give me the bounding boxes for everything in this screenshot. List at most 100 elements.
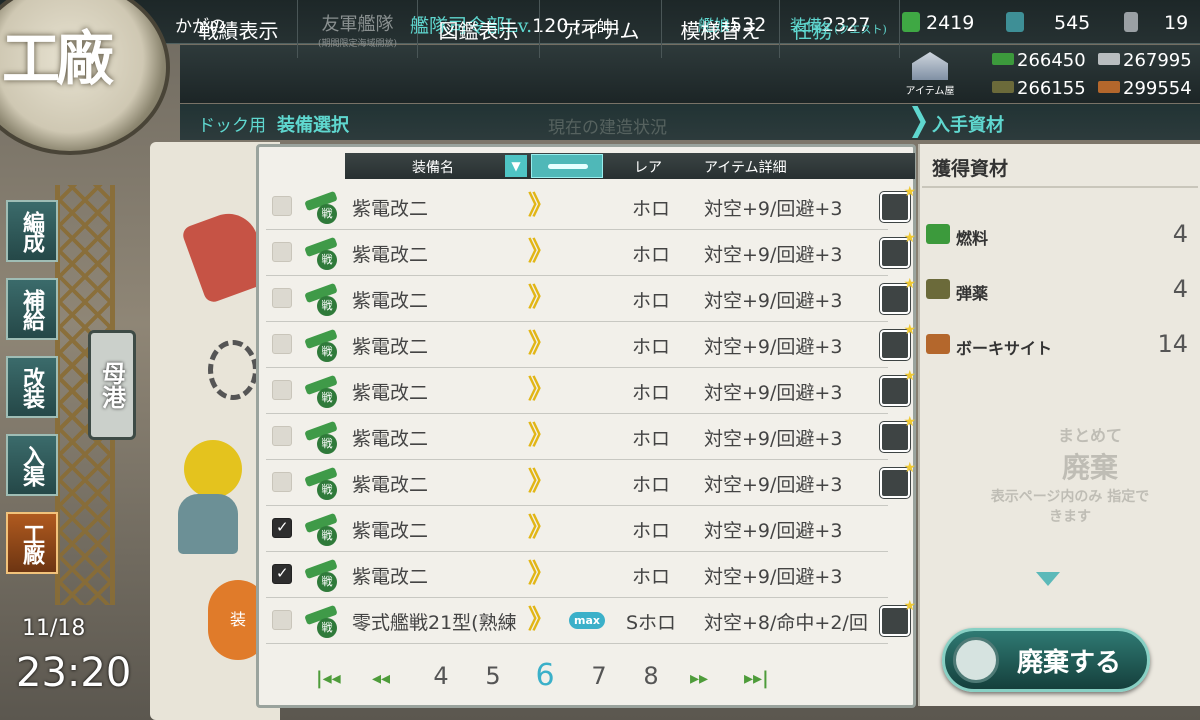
page-5[interactable]: 5 <box>478 662 508 690</box>
dock-label: ドック用 <box>198 116 266 136</box>
column-detail-header: アイテム詳細 <box>704 160 787 176</box>
last-page-icon[interactable]: ▸▸| <box>744 668 769 689</box>
chevron-right-icon: 》 <box>528 559 554 589</box>
stat-detail: 対空+9/回避+3 <box>704 290 843 312</box>
next-page-icon[interactable]: ▸▸ <box>690 668 708 689</box>
build-status-label: 現在の建造状況 <box>548 118 667 138</box>
sort-dropdown-icon[interactable]: ▼ <box>505 155 527 177</box>
pagination: |◂◂ ◂◂ 4 5 6 7 8 ▸▸ ▸▸| <box>316 658 796 698</box>
devmat-icon <box>1006 12 1024 32</box>
bulk-scrap-note: まとめて 廃棄 表示ページ内のみ 指定できます <box>990 426 1150 525</box>
plane-filter-icon[interactable] <box>531 154 603 178</box>
chevron-right-icon: 》 <box>528 283 554 313</box>
nav-record[interactable]: 戦績表示 <box>180 0 298 58</box>
nav-friend-fleet[interactable]: 友軍艦隊 (期間限定海域開放) <box>298 0 418 58</box>
stat-detail: 対空+9/回避+3 <box>704 198 843 220</box>
item-shop-button[interactable]: アイテム屋 <box>905 50 955 98</box>
lock-icon[interactable] <box>880 368 916 406</box>
row-checkbox[interactable] <box>272 380 292 400</box>
page-8[interactable]: 8 <box>636 662 666 690</box>
fuel-amount: 266450 <box>992 50 1086 71</box>
row-checkbox[interactable] <box>272 610 292 630</box>
section-title: 装備選択 <box>277 115 349 136</box>
equipment-name: 紫電改二 <box>352 244 429 266</box>
chevron-right-icon: 》 <box>528 421 554 451</box>
rarity-label: ホロ <box>631 244 670 266</box>
row-checkbox[interactable] <box>272 472 292 492</box>
equipment-name: 紫電改二 <box>352 428 429 450</box>
column-rarity-header: レア <box>634 160 662 176</box>
bucket-count: 2419 <box>902 12 974 34</box>
lock-icon[interactable] <box>880 276 916 314</box>
home-port-button[interactable]: 母港 <box>88 330 136 440</box>
rarity-label: ホロ <box>631 566 670 588</box>
rarity-label: ホロ <box>631 520 670 542</box>
chevron-right-icon: 》 <box>528 375 554 405</box>
side-repair-button[interactable]: 入渠 <box>6 434 58 496</box>
nav-furniture[interactable]: 模様替え <box>662 0 780 58</box>
lock-icon[interactable] <box>880 460 916 498</box>
rarity-label: ホロ <box>631 290 670 312</box>
steel-amount: 267995 <box>1098 50 1192 71</box>
gear-decoration <box>208 340 258 400</box>
page-6-current[interactable]: 6 <box>530 658 560 693</box>
nav-encyclopedia[interactable]: 図鑑表示 <box>418 0 540 58</box>
lock-icon[interactable] <box>880 184 916 222</box>
rarity-label: ホロ <box>631 474 670 496</box>
lock-icon[interactable] <box>880 598 916 636</box>
stat-detail: 対空+9/回避+3 <box>704 336 843 358</box>
nav-items[interactable]: アイテム <box>540 0 662 58</box>
row-checkbox[interactable] <box>272 242 292 262</box>
fighter-icon: 戦 <box>303 282 341 316</box>
rarity-label: ホロ <box>631 336 670 358</box>
row-checkbox[interactable] <box>272 426 292 446</box>
chevron-right-icon: 》 <box>528 191 554 221</box>
row-checkbox[interactable] <box>272 196 292 216</box>
gained-ammo: 弾薬 4 <box>926 275 1188 305</box>
bauxite-icon <box>1098 81 1120 93</box>
fighter-icon: 戦 <box>303 558 341 592</box>
scrap-button[interactable]: 廃棄する <box>942 628 1150 692</box>
row-checkbox[interactable] <box>272 288 292 308</box>
page-4[interactable]: 4 <box>426 662 456 690</box>
rarity-label: ホロ <box>631 428 670 450</box>
stat-detail: 対空+9/回避+3 <box>704 382 843 404</box>
stat-detail: 対空+9/回避+3 <box>704 244 843 266</box>
side-remodel-button[interactable]: 改装 <box>6 356 58 418</box>
fighter-icon: 戦 <box>303 236 341 270</box>
fighter-icon: 戦 <box>303 466 341 500</box>
fighter-icon: 戦 <box>303 328 341 362</box>
chevron-right-icon: 》 <box>528 237 554 267</box>
lock-icon[interactable] <box>880 322 916 360</box>
stat-detail: 対空+9/回避+3 <box>704 566 843 588</box>
rarity-label: ホロ <box>631 198 670 220</box>
stat-detail: 対空+9/回避+3 <box>704 428 843 450</box>
gear-icon <box>953 637 999 683</box>
lock-icon[interactable] <box>880 230 916 268</box>
steel-icon <box>1098 53 1120 65</box>
row-checkbox[interactable] <box>272 564 292 584</box>
ammo-amount: 266155 <box>992 78 1086 99</box>
fuel-icon <box>992 53 1014 65</box>
scroll-down-icon[interactable] <box>1036 572 1060 586</box>
stat-detail: 対空+8/命中+2/回 <box>704 612 868 634</box>
fighter-icon: 戦 <box>303 374 341 408</box>
ammo-icon <box>926 279 950 299</box>
side-arsenal-button[interactable]: 工廠 <box>6 512 58 574</box>
equipment-name: 紫電改二 <box>352 566 429 588</box>
row-checkbox[interactable] <box>272 518 292 538</box>
nav-quests[interactable]: 任務 (クエスト) <box>780 0 900 58</box>
row-checkbox[interactable] <box>272 334 292 354</box>
gained-section-title: 入手資材 <box>932 115 1004 136</box>
page-7[interactable]: 7 <box>584 662 614 690</box>
divider <box>922 186 1198 188</box>
equipment-name: 紫電改二 <box>352 520 429 542</box>
fighter-icon: 戦 <box>303 604 341 638</box>
first-page-icon[interactable]: |◂◂ <box>316 668 341 689</box>
stat-detail: 対空+9/回避+3 <box>704 520 843 542</box>
lock-icon[interactable] <box>880 414 916 452</box>
side-organize-button[interactable]: 編成 <box>6 200 58 262</box>
prev-page-icon[interactable]: ◂◂ <box>372 668 390 689</box>
side-supply-button[interactable]: 補給 <box>6 278 58 340</box>
column-name-header[interactable]: 装備名 <box>412 157 454 177</box>
